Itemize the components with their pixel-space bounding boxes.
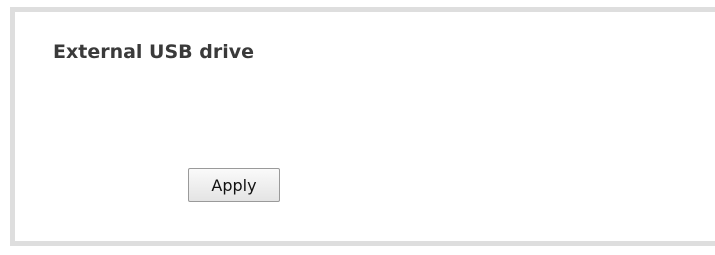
panel-title: External USB drive [53, 41, 255, 63]
page: External USB drive Apply [0, 0, 715, 255]
usb-drive-panel: External USB drive Apply [10, 7, 715, 246]
apply-button[interactable]: Apply [188, 168, 280, 202]
